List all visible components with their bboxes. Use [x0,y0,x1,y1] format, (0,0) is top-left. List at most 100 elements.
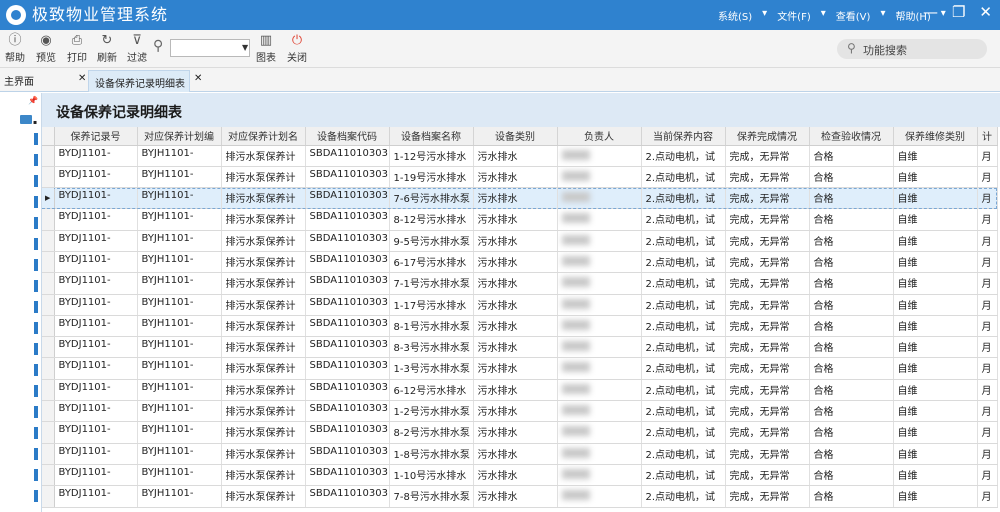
table-row[interactable]: BYDJ1101- BYJH1101- 排污水泵保养计 SBDA11010303 9-5… [42,230,998,252]
table-cell[interactable]: 完成，无异常 [725,230,810,252]
table-cell[interactable]: 6-17号污水排水 [389,251,474,274]
table-cell[interactable]: 7-6号污水排水泵 [389,187,474,210]
table-cell[interactable]: 完成，无异常 [725,485,810,508]
table-cell[interactable]: SBDA11010303 [305,294,390,316]
table-row[interactable]: BYDJ1101- BYJH1101- 排污水泵保养计 SBDA11010303 8-1… [42,315,998,338]
table-cell[interactable]: 月 [977,336,998,359]
table-cell[interactable] [557,485,642,508]
table-cell[interactable]: BYDJ1101- [54,315,138,338]
table-cell[interactable]: 自维 [893,421,978,444]
table-cell[interactable]: BYDJ1101- [54,230,138,252]
print-button[interactable]: ⎙ 打印 [67,33,87,64]
table-cell[interactable]: BYDJ1101- [54,251,138,274]
table-cell[interactable]: 月 [977,421,998,444]
table-cell[interactable] [557,464,642,487]
table-cell[interactable]: BYDJ1101- [54,421,138,444]
table-cell[interactable]: 自维 [893,166,978,189]
table-cell[interactable]: BYDJ1101- [54,443,138,465]
table-cell[interactable]: 排污水泵保养计 [221,251,306,274]
table-cell[interactable]: 排污水泵保养计 [221,145,306,167]
menu-file[interactable]: 文件(F) [777,8,811,23]
table-cell[interactable]: BYDJ1101- [54,336,138,359]
table-cell[interactable]: SBDA11010303 [305,400,390,423]
table-cell[interactable]: 1-8号污水排水泵 [389,443,474,465]
table-cell[interactable]: 1-17号污水排水 [389,294,474,316]
table-cell[interactable]: 自维 [893,187,978,210]
table-cell[interactable]: 自维 [893,443,978,465]
chevron-down-icon[interactable]: ▼ [242,43,248,52]
table-cell[interactable] [557,272,642,295]
table-cell[interactable]: 污水排水 [473,187,558,210]
table-cell[interactable]: BYJH1101- [137,251,222,274]
table-cell[interactable]: SBDA11010303 [305,485,390,508]
minimize-icon[interactable]: — [923,3,938,21]
table-row[interactable]: ▶ BYDJ1101- BYJH1101- 排污水泵保养计 SBDA11010303 7-… [42,187,998,210]
table-cell[interactable]: BYJH1101- [137,208,222,231]
table-cell[interactable]: SBDA11010303 [305,145,390,167]
table-cell[interactable]: 合格 [809,379,894,402]
table-row[interactable]: BYDJ1101- BYJH1101- 排污水泵保养计 SBDA11010303 1-1… [42,145,998,167]
table-cell[interactable]: 7-1号污水排水泵 [389,272,474,295]
table-cell[interactable]: 污水排水 [473,379,558,402]
tab-home[interactable]: 主界面 [4,73,34,88]
table-cell[interactable]: 排污水泵保养计 [221,485,306,508]
column-header[interactable]: 设备类别 [473,127,558,146]
table-cell[interactable] [557,379,642,402]
table-cell[interactable]: BYJH1101- [137,400,222,423]
table-row[interactable]: BYDJ1101- BYJH1101- 排污水泵保养计 SBDA11010303 8-3… [42,336,998,359]
table-cell[interactable]: BYDJ1101- [54,294,138,316]
table-row[interactable]: BYDJ1101- BYJH1101- 排污水泵保养计 SBDA11010303 7-1… [42,272,998,295]
table-cell[interactable]: 自维 [893,251,978,274]
table-cell[interactable]: 自维 [893,357,978,380]
row-selector[interactable] [42,443,55,465]
table-cell[interactable]: 合格 [809,145,894,167]
table-cell[interactable]: 2.点动电机，试 [641,336,726,359]
table-cell[interactable]: SBDA11010303 [305,464,390,487]
table-cell[interactable]: BYJH1101- [137,294,222,316]
table-row[interactable]: BYDJ1101- BYJH1101- 排污水泵保养计 SBDA11010303 1-8… [42,443,998,465]
table-cell[interactable]: 2.点动电机，试 [641,166,726,189]
table-cell[interactable]: 月 [977,357,998,380]
table-cell[interactable]: 排污水泵保养计 [221,421,306,444]
table-cell[interactable]: SBDA11010303 [305,379,390,402]
menu-view[interactable]: 查看(V) [836,8,871,23]
table-cell[interactable]: 合格 [809,187,894,210]
table-cell[interactable]: 2.点动电机，试 [641,145,726,167]
table-cell[interactable]: 排污水泵保养计 [221,464,306,487]
expander-icon[interactable]: ▪ [33,119,37,126]
column-header[interactable]: 对应保养计划编 [137,127,222,146]
table-cell[interactable]: 自维 [893,464,978,487]
row-selector[interactable] [42,230,55,252]
table-cell[interactable]: BYDJ1101- [54,166,138,189]
close-page-button[interactable]: ⏻ 关闭 [287,33,307,64]
table-cell[interactable]: 完成，无异常 [725,251,810,274]
table-cell[interactable] [557,357,642,380]
table-cell[interactable]: 合格 [809,166,894,189]
table-cell[interactable]: 月 [977,208,998,231]
table-cell[interactable]: 自维 [893,208,978,231]
column-header[interactable]: 负责人 [557,127,642,146]
column-header[interactable]: 设备档案代码 [305,127,390,146]
table-cell[interactable]: 自维 [893,315,978,338]
table-cell[interactable]: 完成，无异常 [725,166,810,189]
table-cell[interactable]: BYDJ1101- [54,464,138,487]
table-cell[interactable]: 7-8号污水排水泵 [389,485,474,508]
tab-maintenance-records[interactable]: 设备保养记录明细表 [88,70,190,92]
table-cell[interactable]: 9-5号污水排水泵 [389,230,474,252]
table-cell[interactable]: BYDJ1101- [54,357,138,380]
table-cell[interactable]: 8-1号污水排水泵 [389,315,474,338]
filter-button[interactable]: ⊽ 过滤 [127,33,147,64]
table-cell[interactable]: 排污水泵保养计 [221,443,306,465]
preview-button[interactable]: ◉ 预览 [36,33,56,64]
table-cell[interactable]: 2.点动电机，试 [641,485,726,508]
table-cell[interactable]: 月 [977,251,998,274]
table-cell[interactable]: 排污水泵保养计 [221,230,306,252]
column-header[interactable]: 保养记录号 [54,127,138,146]
restore-icon[interactable]: ❐ [952,3,965,21]
table-cell[interactable]: 1-12号污水排水 [389,145,474,167]
table-cell[interactable]: 污水排水 [473,421,558,444]
table-cell[interactable]: 完成，无异常 [725,272,810,295]
table-cell[interactable]: 排污水泵保养计 [221,315,306,338]
table-cell[interactable]: 2.点动电机，试 [641,400,726,423]
search-input[interactable] [170,39,250,57]
